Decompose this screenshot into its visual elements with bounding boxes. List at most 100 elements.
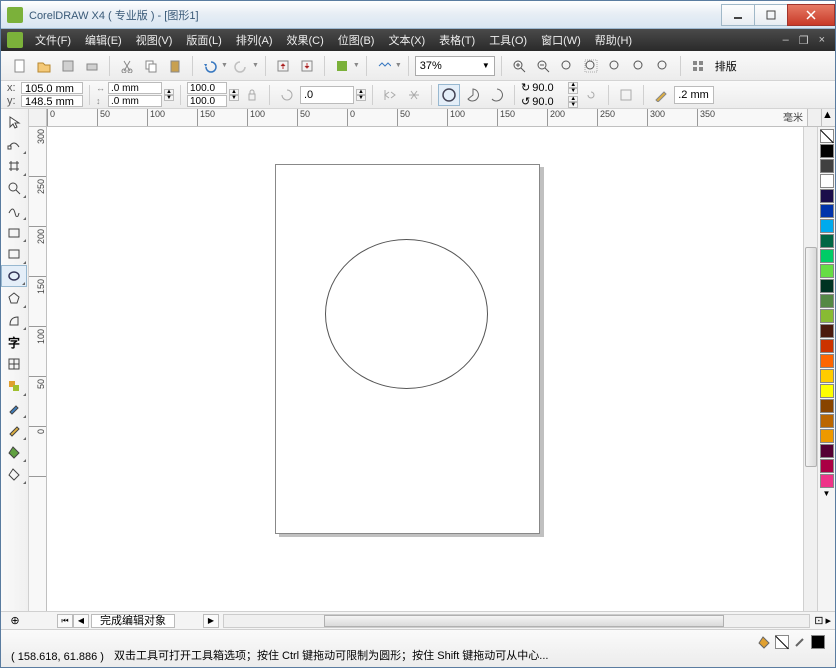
smart-fill-tool[interactable] (1, 221, 27, 243)
mirror-v-button[interactable] (403, 84, 425, 106)
color-swatch[interactable] (820, 324, 834, 338)
undo-button[interactable] (199, 55, 221, 77)
height-input[interactable] (108, 95, 162, 107)
menu-view[interactable]: 视图(V) (130, 30, 179, 50)
color-swatch[interactable] (820, 354, 834, 368)
color-swatch[interactable] (820, 234, 834, 248)
minimize-button[interactable] (721, 4, 755, 26)
menu-help[interactable]: 帮助(H) (589, 30, 638, 50)
next-page-button[interactable]: ▶ (203, 614, 219, 628)
pie-mode-button[interactable] (462, 84, 484, 106)
zoom-in-button[interactable] (508, 55, 530, 77)
color-swatch[interactable] (820, 204, 834, 218)
zoom-height-button[interactable] (652, 55, 674, 77)
shape-tool[interactable] (1, 133, 27, 155)
menu-edit[interactable]: 编辑(E) (79, 30, 128, 50)
color-swatch[interactable] (820, 249, 834, 263)
cut-button[interactable] (116, 55, 138, 77)
redo-dropdown[interactable]: ▼ (252, 62, 259, 69)
fill-tool[interactable] (1, 441, 27, 463)
interactive-fill-tool[interactable] (1, 463, 27, 485)
ruler-origin[interactable] (29, 109, 47, 127)
ellipse-mode-button[interactable] (438, 84, 460, 106)
paste-button[interactable] (164, 55, 186, 77)
color-swatch[interactable] (820, 174, 834, 188)
snap-button[interactable] (687, 55, 709, 77)
doc-minimize-icon[interactable]: – (779, 34, 793, 46)
color-swatch[interactable] (820, 279, 834, 293)
nav-view-button[interactable]: ⊡ (814, 614, 823, 627)
color-swatch[interactable] (820, 264, 834, 278)
color-swatch[interactable] (820, 399, 834, 413)
arc-mode-button[interactable] (486, 84, 508, 106)
zoom-select[interactable]: 37%▼ (415, 56, 495, 76)
zoom-selection-button[interactable] (556, 55, 578, 77)
first-page-button[interactable]: ⏮ (57, 614, 73, 628)
menu-window[interactable]: 窗口(W) (535, 30, 587, 50)
menu-tools[interactable]: 工具(O) (483, 30, 533, 50)
menu-bitmap[interactable]: 位图(B) (332, 30, 381, 50)
ruler-vertical[interactable]: 300250200150100500 (29, 127, 47, 611)
color-swatch[interactable] (820, 459, 834, 473)
doc-restore-icon[interactable]: ❐ (795, 34, 813, 47)
interactive-tool[interactable] (1, 375, 27, 397)
eyedropper-tool[interactable] (1, 397, 27, 419)
wrap-button[interactable] (615, 84, 637, 106)
y-pos-input[interactable]: 148.5 mm (21, 95, 83, 107)
polygon-tool[interactable] (1, 287, 27, 309)
copy-button[interactable] (140, 55, 162, 77)
ellipse-object[interactable] (325, 239, 488, 389)
color-swatch[interactable] (820, 339, 834, 353)
doc-nav-icon[interactable]: ⊕ (1, 614, 29, 627)
no-fill-swatch[interactable] (820, 129, 834, 143)
menu-arrange[interactable]: 排列(A) (230, 30, 279, 50)
x-pos-input[interactable]: 105.0 mm (21, 82, 83, 94)
color-nav-down[interactable]: ▼ (823, 489, 831, 498)
menu-effects[interactable]: 效果(C) (281, 30, 330, 50)
prev-page-button[interactable]: ◀ (73, 614, 89, 628)
start-angle-input[interactable]: 90.0 (532, 82, 566, 94)
export-button[interactable] (296, 55, 318, 77)
import-button[interactable] (272, 55, 294, 77)
basic-shapes-tool[interactable] (1, 309, 27, 331)
menu-layout[interactable]: 版面(L) (180, 30, 227, 50)
menu-table[interactable]: 表格(T) (433, 30, 481, 50)
outline-swatch[interactable] (811, 635, 825, 649)
color-swatch[interactable] (820, 384, 834, 398)
app-launcher-button[interactable] (331, 55, 353, 77)
welcome-dropdown[interactable]: ▼ (395, 62, 402, 69)
color-swatch[interactable] (820, 189, 834, 203)
crop-tool[interactable] (1, 155, 27, 177)
color-swatch[interactable] (820, 474, 834, 488)
maximize-button[interactable] (754, 4, 788, 26)
doc-close-icon[interactable]: × (815, 34, 829, 46)
scale-x-input[interactable] (187, 82, 227, 94)
color-options-button[interactable]: ▸ (825, 614, 831, 627)
rectangle-tool[interactable] (1, 243, 27, 265)
welcome-button[interactable] (373, 55, 395, 77)
zoom-all-button[interactable] (580, 55, 602, 77)
color-swatch[interactable] (820, 219, 834, 233)
ruler-horizontal[interactable]: 05010015010050050100150200250300350 毫米 (47, 109, 807, 127)
app-launcher-dropdown[interactable]: ▼ (353, 62, 360, 69)
lock-ratio-button[interactable] (241, 84, 263, 106)
scale-y-input[interactable] (187, 95, 227, 107)
new-button[interactable] (9, 55, 31, 77)
outline-tool[interactable] (1, 419, 27, 441)
page-tab[interactable]: 完成编辑对象 (91, 614, 175, 628)
end-angle-input[interactable]: 90.0 (532, 96, 566, 108)
color-swatch[interactable] (820, 444, 834, 458)
fill-swatch[interactable] (775, 635, 789, 649)
table-tool[interactable] (1, 353, 27, 375)
color-swatch[interactable] (820, 414, 834, 428)
vertical-scrollbar[interactable] (803, 127, 817, 611)
undo-dropdown[interactable]: ▼ (221, 62, 228, 69)
ellipse-tool[interactable] (1, 265, 27, 287)
zoom-out-button[interactable] (532, 55, 554, 77)
color-swatch[interactable] (820, 309, 834, 323)
zoom-width-button[interactable] (628, 55, 650, 77)
color-swatch[interactable] (820, 294, 834, 308)
zoom-page-button[interactable] (604, 55, 626, 77)
outline-width-input[interactable]: .2 mm (674, 86, 714, 104)
color-nav-up[interactable]: ▲ (821, 109, 835, 127)
